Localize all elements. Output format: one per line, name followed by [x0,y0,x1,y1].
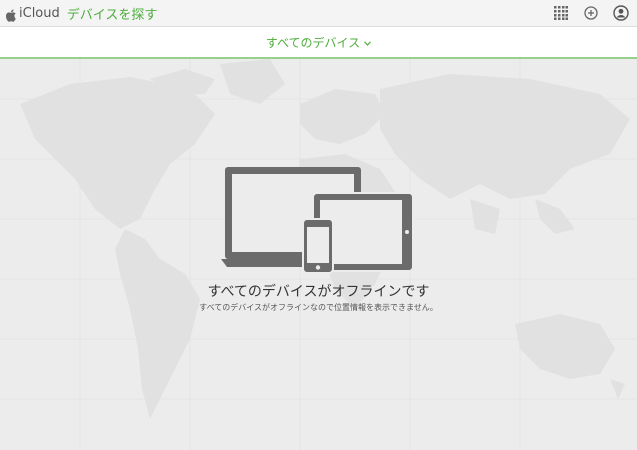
top-icons [553,4,629,22]
top-bar: iCloud デバイスを探す [0,0,637,27]
app-title: デバイスを探す [66,7,158,23]
apple-logo-icon [5,7,16,22]
app-grid-icon[interactable] [553,5,569,21]
icloud-label: iCloud [19,5,60,21]
device-selector-bar: すべてのデバイス [0,27,637,59]
map-view[interactable]: すべてのデバイスがオフラインです すべてのデバイスがオフラインなので位置情報を表… [0,59,637,450]
device-selector-label: すべてのデバイス [265,35,361,50]
chevron-down-icon [364,35,372,49]
offline-message: すべてのデバイスがオフラインなので位置情報を表示できません。 [199,303,438,312]
add-icon[interactable] [583,5,599,21]
account-icon[interactable] [613,5,629,21]
devices-offline-illustration [221,167,414,274]
device-selector-dropdown[interactable]: すべてのデバイス [265,34,372,51]
offline-title: すべてのデバイスがオフラインです [207,284,430,300]
brand: iCloud デバイスを探す [5,4,158,23]
